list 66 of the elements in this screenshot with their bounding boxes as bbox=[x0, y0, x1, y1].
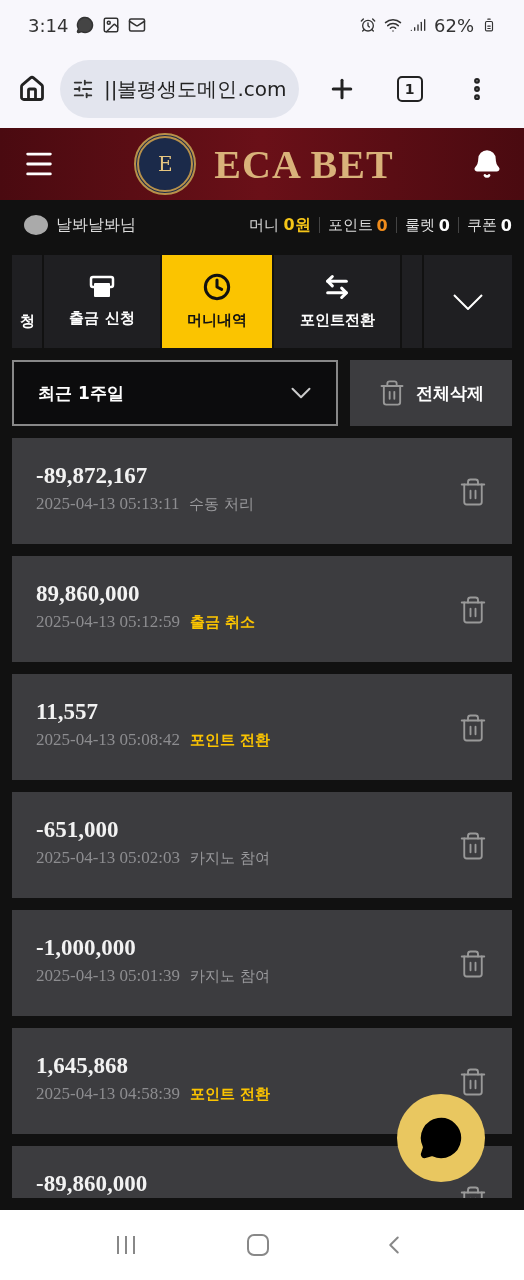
balance-value: 0 bbox=[376, 215, 388, 235]
site-settings-icon[interactable] bbox=[72, 78, 94, 100]
url-field[interactable]: ||볼평생도메인.com bbox=[60, 60, 299, 118]
site-title: ECA BET bbox=[214, 140, 394, 188]
entry-type: 수동 처리 bbox=[189, 494, 255, 514]
url-text: ||볼평생도메인.com bbox=[104, 75, 287, 103]
user-name: 날봐날봐님 bbox=[56, 214, 136, 236]
image-icon bbox=[102, 16, 121, 34]
balance-label: 룰렛 bbox=[404, 215, 435, 235]
balance-label: 쿠폰 bbox=[466, 215, 497, 235]
wifi-icon bbox=[384, 16, 402, 34]
entry-time: 2025-04-13 04:58:39 bbox=[36, 1084, 181, 1105]
chat-bubble-icon bbox=[76, 16, 95, 34]
home-button[interactable] bbox=[18, 75, 46, 103]
menu-tab[interactable]: 청 bbox=[12, 255, 42, 348]
delete-icon[interactable] bbox=[458, 713, 488, 743]
menu-tab[interactable]: 출금 신청 bbox=[44, 255, 160, 348]
atm-icon bbox=[89, 275, 115, 299]
balance-label: 머니 bbox=[249, 215, 280, 235]
delete-icon[interactable] bbox=[458, 831, 488, 861]
battery-percent: 62% bbox=[434, 14, 474, 36]
logo-emblem: E bbox=[134, 133, 197, 195]
transfer-icon bbox=[323, 273, 351, 301]
period-select[interactable]: 최근 1주일 bbox=[12, 360, 338, 426]
recent-apps-icon[interactable] bbox=[114, 1234, 137, 1256]
amount: -89,860,000 bbox=[36, 1171, 148, 1197]
entry-time: 2025-04-13 05:08:42 bbox=[36, 730, 181, 751]
entry-type: 포인트 전환 bbox=[190, 1084, 271, 1104]
battery-icon bbox=[482, 18, 496, 32]
status-time: 3:14 bbox=[28, 14, 69, 36]
delete-icon[interactable] bbox=[458, 477, 488, 507]
entry-type: 카지노 참여 bbox=[190, 966, 270, 986]
balance-value: 0 bbox=[500, 215, 512, 235]
entry-type: 카지노 참여 bbox=[190, 848, 270, 868]
speech-bubble-icon bbox=[419, 1116, 463, 1160]
alarm-icon bbox=[360, 17, 376, 33]
amount: 11,557 bbox=[36, 699, 99, 725]
amount: -1,000,000 bbox=[36, 935, 137, 961]
amount: 89,860,000 bbox=[36, 581, 141, 607]
delete-icon[interactable] bbox=[458, 949, 488, 979]
signal-icon bbox=[410, 17, 426, 33]
amount: 1,645,868 bbox=[36, 1053, 129, 1079]
tab-count-button[interactable]: 1 bbox=[396, 76, 423, 102]
entry-time: 2025-04-13 05:12:59 bbox=[36, 612, 181, 633]
clock-icon bbox=[203, 273, 231, 301]
entry-type: 출금 취소 bbox=[190, 612, 256, 632]
amount: -89,872,167 bbox=[36, 463, 149, 489]
balance-value: 0원 bbox=[283, 214, 311, 236]
menu-tab[interactable]: 포인트전환 bbox=[274, 255, 400, 348]
delete-icon[interactable] bbox=[458, 595, 488, 625]
chevron-down-icon bbox=[453, 293, 483, 310]
home-nav-icon[interactable] bbox=[246, 1233, 270, 1257]
trash-icon bbox=[378, 379, 406, 407]
amount: -651,000 bbox=[36, 817, 120, 843]
level-badge-icon bbox=[24, 215, 48, 235]
entry-time: 2025-04-13 05:01:39 bbox=[36, 966, 181, 987]
mail-icon bbox=[128, 16, 147, 34]
balance-value: 0 bbox=[438, 215, 450, 235]
delete-all-button[interactable]: 전체삭제 bbox=[350, 360, 512, 426]
balance-label: 포인트 bbox=[327, 215, 373, 235]
menu-tab[interactable]: 머니내역 bbox=[162, 255, 272, 348]
entry-time: 2025-04-13 05:13:11 bbox=[36, 494, 180, 515]
entry-type: 포인트 전환 bbox=[190, 730, 271, 750]
bell-icon[interactable] bbox=[472, 149, 502, 179]
delete-icon[interactable] bbox=[458, 1067, 488, 1097]
entry-time: 2025-04-13 05:02:03 bbox=[36, 848, 181, 869]
